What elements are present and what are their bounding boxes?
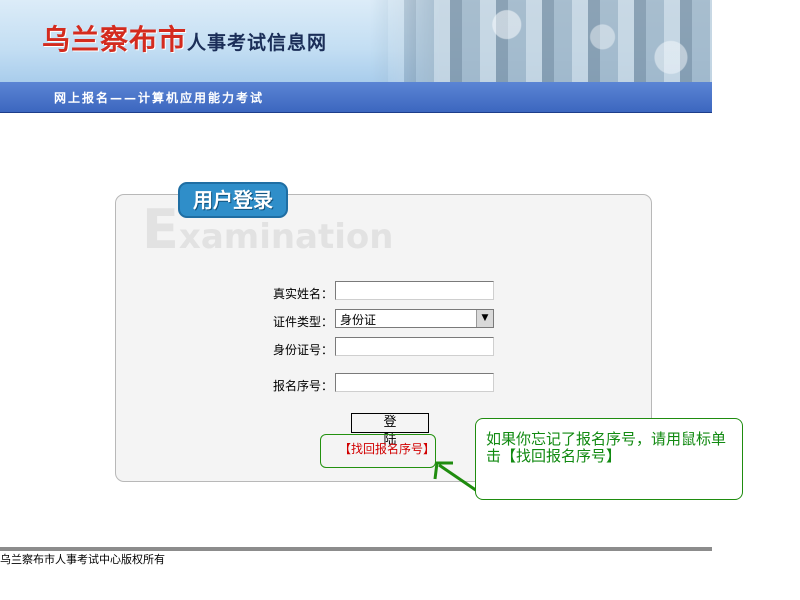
id-number-label: 身份证号：	[272, 343, 333, 357]
header-banner: 乌兰察布市人事考试信息网	[0, 0, 712, 82]
login-title-tab: 用户登录	[178, 182, 288, 218]
help-callout: 如果你忘记了报名序号，请用鼠标单击【找回报名序号】	[475, 418, 743, 500]
site-title-city: 乌兰察布市	[42, 23, 188, 56]
reg-no-input[interactable]	[335, 373, 494, 392]
subnav-text: 网上报名——计算机应用能力考试	[54, 91, 265, 105]
subnav-bar: 网上报名——计算机应用能力考试	[0, 82, 712, 113]
name-label: 真实姓名：	[272, 287, 333, 301]
help-callout-text: 如果你忘记了报名序号，请用鼠标单击【找回报名序号】	[486, 430, 727, 465]
login-button[interactable]: 登陆	[351, 413, 429, 448]
id-type-selected-value: 身份证	[340, 313, 377, 327]
site-title: 乌兰察布市人事考试信息网	[42, 18, 327, 58]
recover-reg-no-link[interactable]: 【找回报名序号】	[339, 440, 435, 457]
dropdown-arrow-icon[interactable]: ▼	[476, 310, 493, 327]
id-type-select[interactable]: 身份证 ▼	[335, 309, 494, 328]
footer-copyright: 乌兰察布市人事考试中心版权所有	[0, 553, 165, 566]
reg-no-label: 报名序号：	[272, 379, 333, 393]
id-type-label: 证件类型：	[272, 315, 333, 329]
site-title-rest: 人事考试信息网	[187, 32, 328, 54]
exam-hall-photo	[370, 0, 712, 82]
name-input[interactable]	[335, 281, 494, 300]
id-number-input[interactable]	[335, 337, 494, 356]
